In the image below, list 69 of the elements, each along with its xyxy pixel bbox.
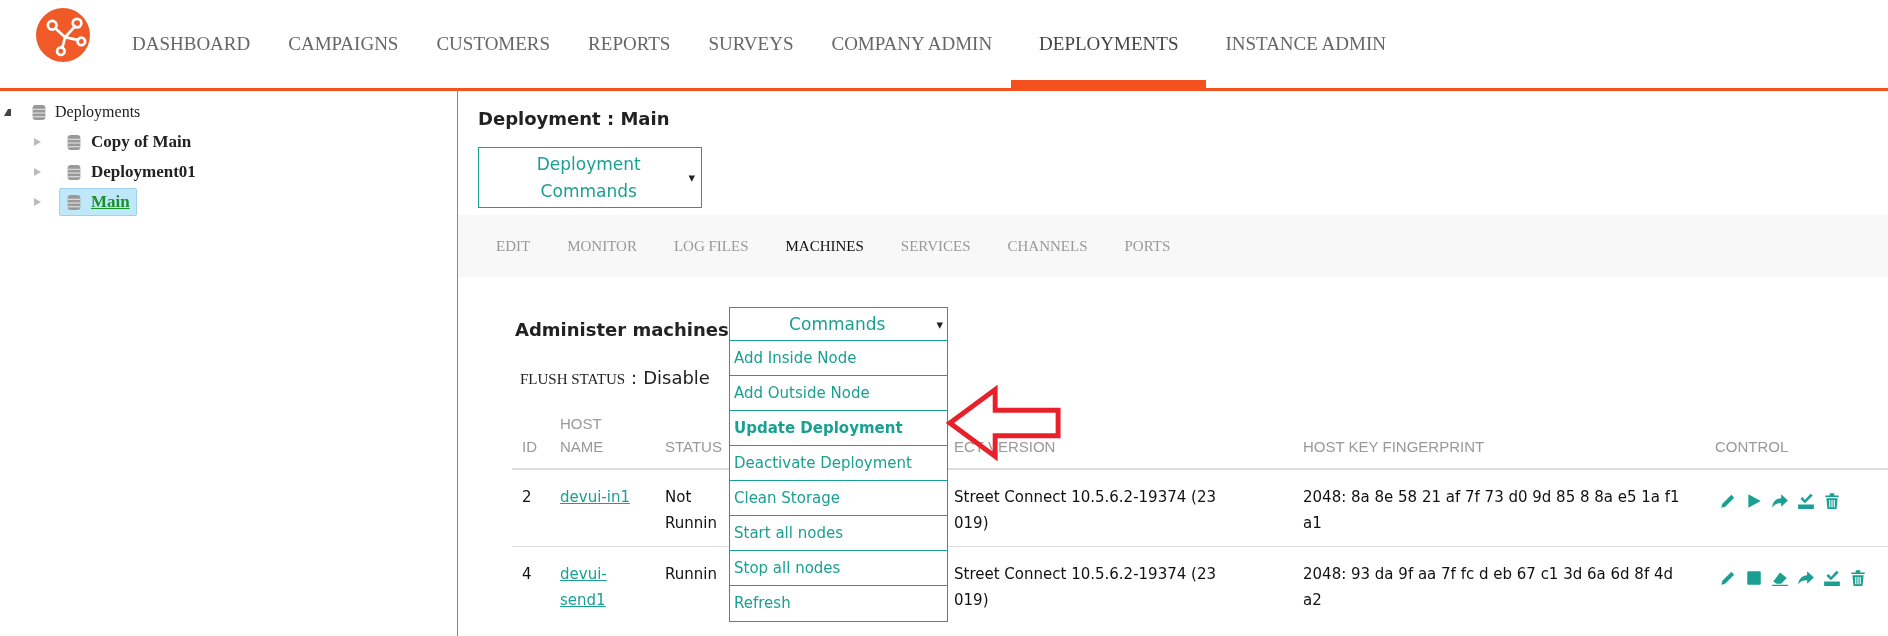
menu-item[interactable]: Stop all nodes xyxy=(730,551,947,586)
expand-toggle-icon[interactable] xyxy=(34,138,41,146)
menu-item[interactable]: Refresh xyxy=(730,586,947,621)
nav-tab[interactable]: DASHBOARD xyxy=(113,0,270,88)
tab[interactable]: MONITOR xyxy=(567,237,637,255)
menu-item[interactable]: Clean Storage xyxy=(730,481,947,516)
column-header: ID xyxy=(522,437,537,457)
database-icon xyxy=(66,163,82,181)
colon-separator: : xyxy=(631,367,638,388)
database-icon xyxy=(31,103,47,121)
tab[interactable]: CHANNELS xyxy=(1007,237,1088,255)
database-icon xyxy=(66,133,82,151)
tree-item[interactable]: Deployment01 xyxy=(59,158,203,186)
stop-icon[interactable] xyxy=(1745,569,1763,587)
play-icon[interactable] xyxy=(1745,492,1763,510)
collapse-toggle-icon[interactable] xyxy=(4,108,11,116)
column-header: HOST NAME xyxy=(560,414,605,457)
nav-tab[interactable]: REPORTS xyxy=(569,0,690,88)
table-cell-text: Street Connect 10.5.6.2-19374 (23 xyxy=(954,487,1216,508)
pencil-icon[interactable] xyxy=(1719,492,1737,510)
table-cell-text: 2048: 8a 8e 58 21 af 7f 73 d0 9d 85 8 8a e5 1a f1 a1 xyxy=(1303,487,1681,534)
checkmark-tray-icon[interactable] xyxy=(1823,569,1841,587)
nav-tab[interactable]: COMPANY ADMIN xyxy=(812,0,1012,88)
expand-toggle-icon[interactable] xyxy=(34,168,41,176)
nav-tab[interactable]: INSTANCE ADMIN xyxy=(1206,0,1405,88)
expand-toggle-icon[interactable] xyxy=(34,198,41,206)
tab[interactable]: LOG FILES xyxy=(673,237,749,255)
tree-root-label[interactable]: Deployments xyxy=(55,103,141,121)
pencil-icon[interactable] xyxy=(1719,569,1737,587)
menu-item[interactable]: Update Deployment xyxy=(730,411,947,446)
flush-status-label: FLUSH STATUS xyxy=(520,371,626,388)
column-header: STATUS xyxy=(665,437,722,457)
menu-item[interactable]: Deactivate Deployment xyxy=(730,446,947,481)
menu-item[interactable]: Start all nodes xyxy=(730,516,947,551)
logo-icon xyxy=(36,8,90,62)
table-cell-text: Street Connect 10.5.6.2-19374 (23 xyxy=(954,564,1216,585)
menu-item[interactable]: Add Outside Node xyxy=(730,376,947,411)
host-link[interactable]: devui-send1 xyxy=(560,561,646,613)
column-header: HOST KEY FINGERPRINT xyxy=(1303,437,1485,457)
nav-tab[interactable]: DEPLOYMENTS xyxy=(1011,0,1207,88)
tree-item[interactable]: Copy of Main xyxy=(59,128,199,156)
tab[interactable]: SERVICES xyxy=(900,237,971,255)
table-cell-text: 019) xyxy=(954,590,989,611)
trash-icon[interactable] xyxy=(1849,569,1867,587)
table-cell-text: 2048: 93 da 9f aa 7f fc d eb 67 c1 3d 6a 6d 8f 4d a2 xyxy=(1303,564,1674,611)
section-title: Administer machines xyxy=(515,319,729,342)
nav-tab[interactable]: SURVEYS xyxy=(689,0,813,88)
tab[interactable]: EDIT xyxy=(496,237,531,255)
table-cell: 4 xyxy=(522,565,532,583)
tree-item[interactable]: Main xyxy=(59,188,137,216)
nav-tab[interactable]: CAMPAIGNS xyxy=(269,0,418,88)
database-icon xyxy=(66,193,82,211)
tab[interactable]: MACHINES xyxy=(785,237,864,255)
column-header: CONTROL xyxy=(1715,437,1789,457)
page-title: Deployment : Main xyxy=(478,107,671,131)
nav-tab[interactable]: CUSTOMERS xyxy=(417,0,570,88)
table-cell-text: 019) xyxy=(954,513,989,534)
table-cell-text: Not Runnin xyxy=(665,487,718,534)
host-link[interactable]: devui-in1 xyxy=(560,484,646,510)
table-cell: 2 xyxy=(522,488,532,506)
menu-item[interactable]: Add Inside Node xyxy=(730,341,947,376)
checkmark-tray-icon[interactable] xyxy=(1797,492,1815,510)
flush-status-value: Disable xyxy=(643,367,710,388)
forward-arrow-icon[interactable] xyxy=(1797,569,1815,587)
table-cell-text: Runnin xyxy=(665,564,718,585)
trash-icon[interactable] xyxy=(1823,492,1841,510)
deployment-commands-dropdown[interactable]: Deployment Commands ▾ xyxy=(478,147,702,208)
forward-arrow-icon[interactable] xyxy=(1771,492,1789,510)
tab[interactable]: PORTS xyxy=(1124,237,1171,255)
